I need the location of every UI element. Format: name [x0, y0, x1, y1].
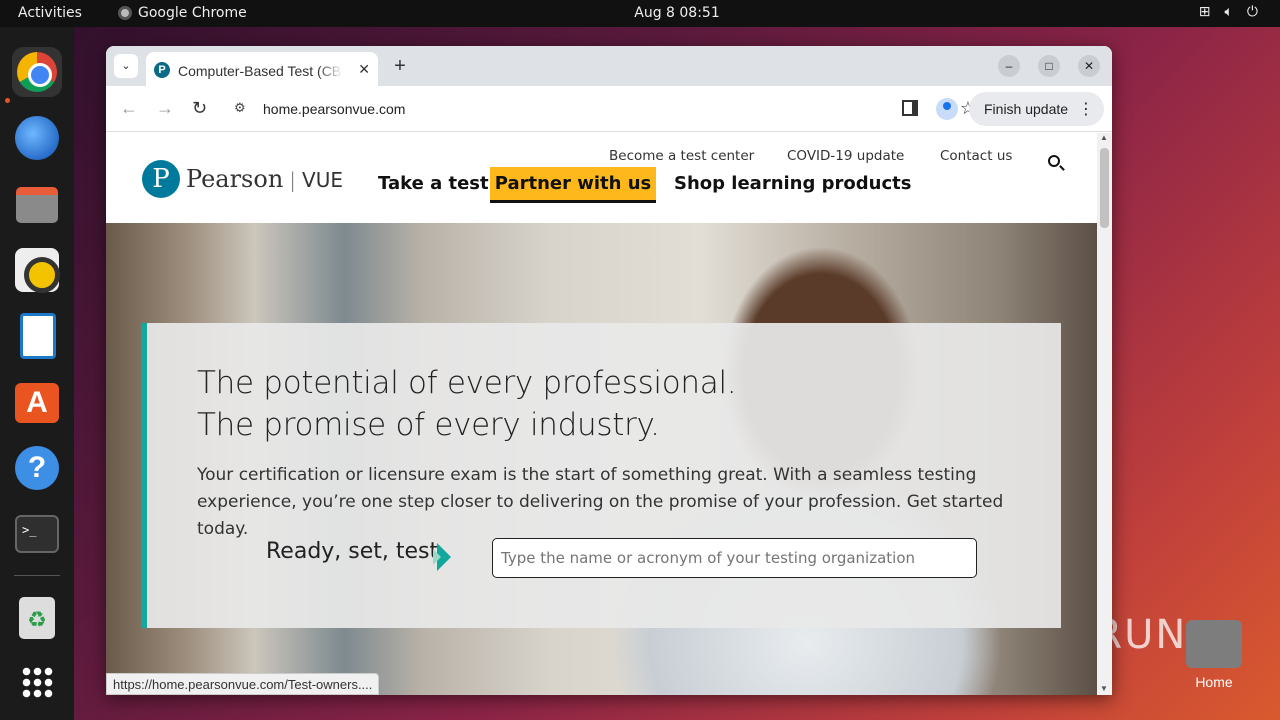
menu-kebab-icon: ⋮ [1078, 101, 1094, 118]
finish-update-label: Finish update [984, 101, 1069, 117]
grid-icon [21, 666, 53, 698]
trash-icon: ♻ [19, 597, 55, 639]
nav-partner-with-us[interactable]: Partner with us [490, 167, 656, 203]
network-icon: ⊞ [1198, 4, 1211, 20]
help-icon: ? [15, 446, 59, 490]
dock-trash[interactable]: ♻ [12, 593, 62, 643]
running-indicator [5, 98, 10, 103]
scroll-up-icon[interactable]: ▲ [1100, 133, 1108, 142]
thunderbird-icon [15, 116, 59, 160]
tab-active[interactable]: P Computer-Based Test (CBT) ✕ [146, 52, 378, 86]
nav-shop-learning-products[interactable]: Shop learning products [674, 173, 911, 194]
url-text: home.pearsonvue.com [263, 101, 406, 117]
browser-toolbar: ← → ↻ ⚙ home.pearsonvue.com ☆ Finish upd… [106, 86, 1112, 132]
web-page: P Pearson | VUE Become a test center COVID… [106, 133, 1097, 695]
scroll-down-icon[interactable]: ▼ [1100, 684, 1108, 693]
close-tab-icon[interactable]: ✕ [358, 61, 370, 78]
hero-body: Your certification or licensure exam is … [197, 465, 1004, 539]
home-label: Home [1195, 674, 1233, 690]
site-header: P Pearson | VUE Become a test center COVID… [106, 133, 1097, 223]
site-info-icon[interactable]: ⚙ [234, 100, 246, 116]
scrollbar-thumb[interactable] [1100, 148, 1109, 228]
maximize-button[interactable]: □ [1038, 55, 1060, 77]
system-top-bar: Activities Google Chrome Aug 8 08:51 ⊞ 🔈… [0, 0, 1280, 27]
hero-panel: The potential of every professional. The… [141, 323, 1061, 628]
writer-icon [20, 313, 56, 359]
dock-app-center[interactable]: A [12, 377, 62, 427]
dock-writer[interactable] [12, 311, 62, 361]
dock: A ? >_ ♻ [0, 27, 74, 720]
site-logo[interactable]: Pearson | VUE [186, 165, 343, 193]
chrome-icon [17, 52, 57, 92]
nav-take-a-test[interactable]: Take a test [378, 173, 489, 194]
chevron-right-icon [433, 543, 451, 571]
link-status-bar: https://home.pearsonvue.com/Test-owners.… [106, 673, 380, 695]
tab-strip: ⌄ P Computer-Based Test (CBT) ✕ + – □ ✕ [106, 46, 1112, 86]
dock-chrome[interactable] [12, 47, 62, 97]
logo-product: VUE [302, 168, 343, 192]
logo-divider: | [289, 168, 297, 192]
dock-files[interactable] [12, 179, 62, 229]
app-center-icon: A [15, 383, 59, 423]
finish-update-button[interactable]: Finish update ⋮ [969, 92, 1104, 126]
pearson-logo-icon[interactable]: P [142, 160, 180, 198]
cta-label: Ready, set, test [266, 539, 439, 564]
clock[interactable]: Aug 8 08:51 [0, 5, 1280, 21]
profile-icon[interactable] [936, 98, 958, 120]
rhythmbox-icon [15, 248, 60, 293]
reload-button[interactable]: ↻ [192, 98, 207, 119]
hero-banner: The potential of every professional. The… [106, 223, 1097, 695]
forward-button[interactable]: → [156, 98, 174, 119]
show-apps-button[interactable] [12, 657, 62, 707]
system-tray[interactable]: ⊞ 🔈︎ ⏻ [1199, 4, 1258, 20]
new-tab-button[interactable]: + [388, 54, 412, 78]
page-scrollbar[interactable]: ▲ ▼ [1097, 133, 1112, 695]
dock-thunderbird[interactable] [12, 113, 62, 163]
dock-terminal[interactable]: >_ [12, 509, 62, 559]
link-become-test-center[interactable]: Become a test center [609, 148, 754, 164]
link-contact-us[interactable]: Contact us [940, 148, 1012, 164]
terminal-icon: >_ [15, 515, 59, 553]
dock-help[interactable]: ? [12, 443, 62, 493]
power-icon: ⏻ [1246, 4, 1258, 20]
hero-headline-2: The promise of every industry. [197, 407, 660, 443]
tab-search-button[interactable]: ⌄ [114, 54, 138, 78]
volume-icon: 🔈︎ [1224, 4, 1233, 20]
search-icon[interactable] [1048, 155, 1060, 167]
hero-headline-1: The potential of every professional. [197, 365, 737, 401]
minimize-button[interactable]: – [998, 55, 1020, 77]
close-window-button[interactable]: ✕ [1078, 55, 1100, 77]
dock-separator [14, 575, 60, 576]
address-bar[interactable]: ⚙ home.pearsonvue.com ☆ [226, 92, 986, 126]
organization-search-input[interactable] [492, 538, 977, 578]
link-covid-update[interactable]: COVID-19 update [787, 148, 904, 164]
logo-brand: Pearson [186, 165, 284, 193]
side-panel-icon[interactable] [902, 100, 918, 116]
files-icon [16, 187, 58, 223]
dock-rhythmbox[interactable] [12, 245, 62, 295]
browser-window: ⌄ P Computer-Based Test (CBT) ✕ + – □ ✕ … [106, 46, 1112, 695]
tab-title: Computer-Based Test (CBT) [178, 63, 343, 79]
pearson-favicon-icon: P [154, 62, 170, 78]
back-button[interactable]: ← [120, 98, 138, 119]
